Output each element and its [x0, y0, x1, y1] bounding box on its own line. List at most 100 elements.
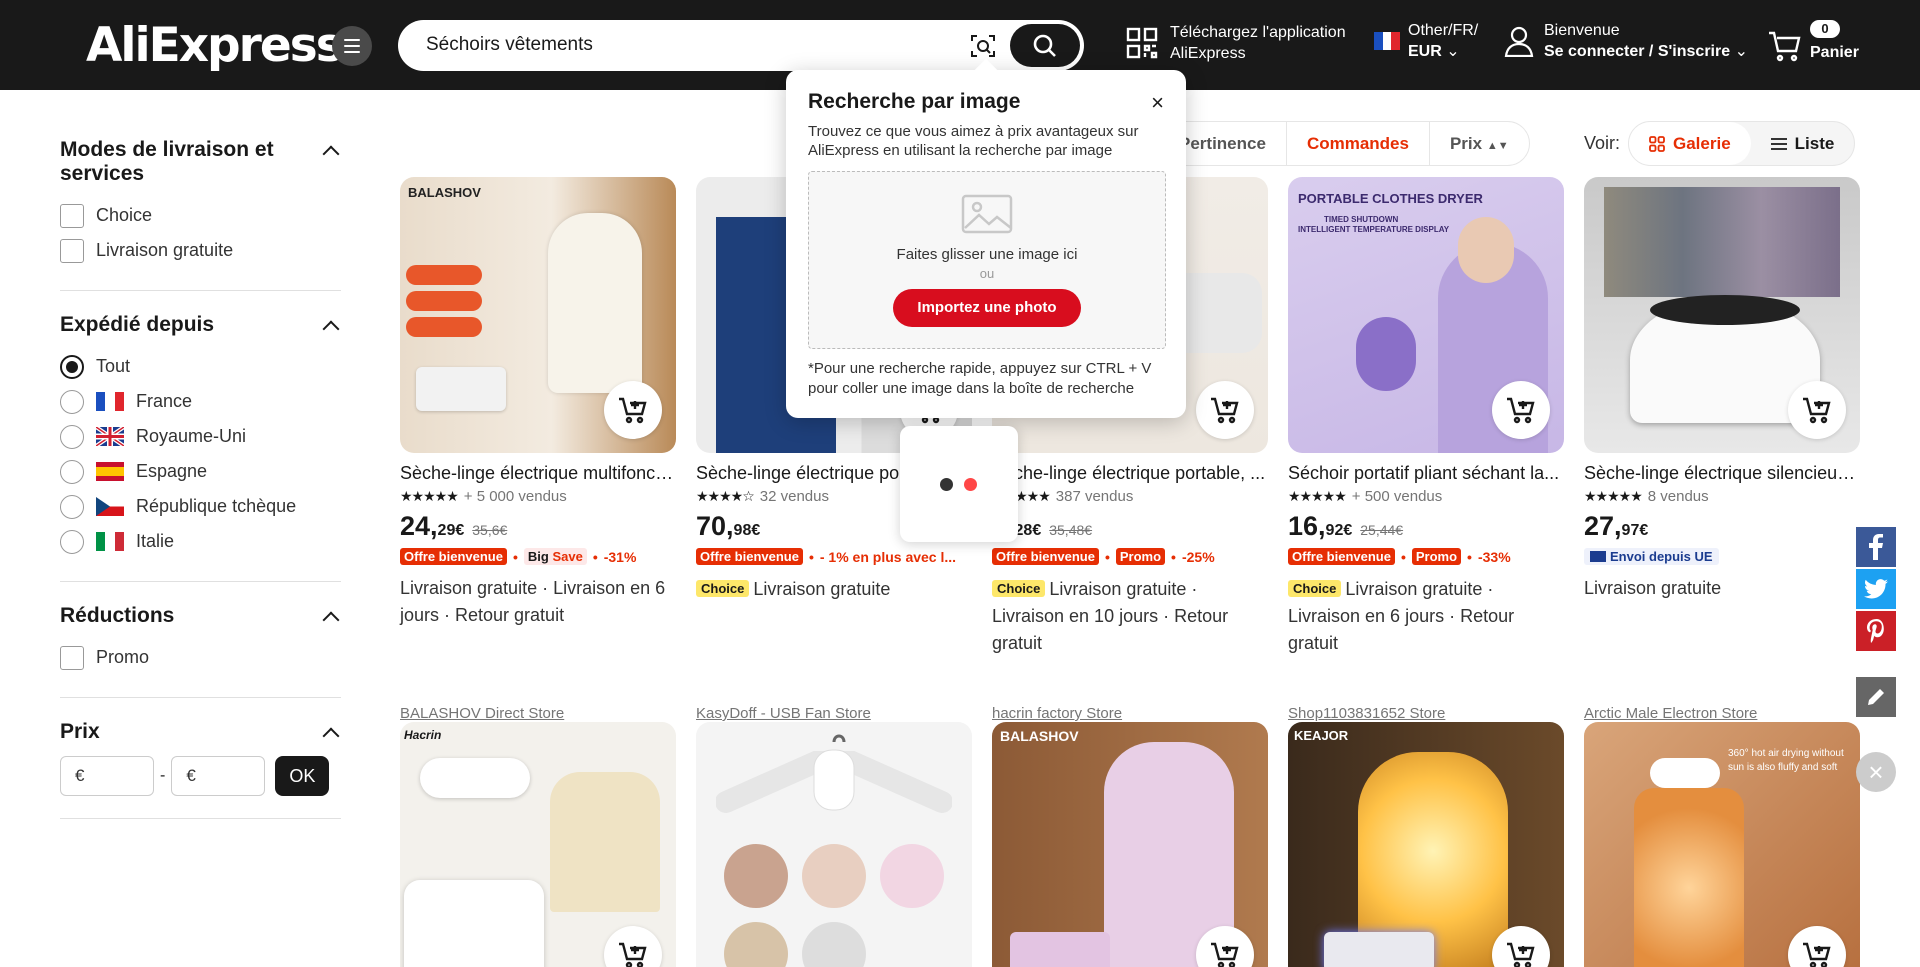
italy-flag-icon — [96, 532, 124, 551]
store-link[interactable]: KasyDoff - USB Fan Store — [696, 705, 871, 722]
product-card[interactable]: Hacrin — [400, 722, 676, 967]
product-card[interactable]: BALASHOV — [992, 722, 1268, 967]
price-max-input[interactable]: € — [171, 756, 266, 796]
account-menu[interactable]: Bienvenue Se connecter / S'inscrire ⌄ — [1504, 20, 1748, 62]
product-title[interactable]: Sèche-linge électrique portable, ... — [992, 463, 1268, 484]
sold-count: 8 vendus — [1647, 488, 1709, 505]
add-to-cart-button[interactable] — [1492, 381, 1550, 439]
price-main: 27, — [1584, 511, 1622, 541]
logo-text: AliExpress — [86, 17, 344, 73]
radio[interactable] — [60, 494, 84, 519]
filter-sidebar: Modes de livraison et services Choice Li… — [60, 138, 341, 841]
loading-indicator — [900, 426, 1018, 542]
add-to-cart-button[interactable] — [1788, 381, 1846, 439]
product-title[interactable]: Séchoir portatif pliant séchant la... — [1288, 463, 1564, 484]
add-to-cart-button[interactable] — [604, 926, 662, 967]
close-icon[interactable]: × — [1151, 90, 1164, 116]
view-list-label: Liste — [1794, 134, 1835, 153]
badge-row: Envoi depuis UE — [1584, 548, 1860, 565]
cart-button[interactable]: 0 Panier — [1768, 20, 1859, 62]
chevron-up-icon[interactable] — [322, 727, 340, 745]
region-currency-selector[interactable]: Other/FR/EUR ⌄ — [1374, 20, 1478, 62]
image-search-icon[interactable] — [970, 33, 996, 59]
discount-percent: -31% — [603, 548, 637, 565]
upload-photo-button[interactable]: Importez une photo — [893, 289, 1081, 327]
price-cents: 92€ — [1325, 522, 1353, 539]
facebook-share-icon[interactable] — [1856, 527, 1896, 567]
signin-link[interactable]: Se connecter / S'inscrire — [1544, 43, 1730, 60]
categories-menu-button[interactable] — [332, 26, 372, 66]
product-card[interactable]: 360° hot air drying without sun is also … — [1584, 722, 1860, 967]
filter-promo[interactable]: Promo — [60, 640, 341, 675]
ship-from-france[interactable]: France — [60, 384, 341, 419]
rating-row: ★★★★★ 8 vendus — [1584, 488, 1860, 505]
product-image[interactable]: KEAJOR — [1288, 722, 1564, 967]
price-cents: 29€ — [437, 522, 465, 539]
add-to-cart-button[interactable] — [604, 381, 662, 439]
add-to-cart-button[interactable] — [1196, 381, 1254, 439]
product-card[interactable]: PORTABLE CLOTHES DRYER TIMED SHUTDOWN IN… — [1288, 177, 1564, 722]
view-list[interactable]: Liste — [1751, 122, 1855, 165]
download-app-link[interactable]: Téléchargez l'application AliExpress — [1126, 22, 1346, 64]
chevron-down-icon: ⌄ — [1446, 43, 1460, 60]
twitter-share-icon[interactable] — [1856, 569, 1896, 609]
checkbox[interactable] — [60, 645, 84, 670]
ship-from-czech[interactable]: République tchèque — [60, 489, 341, 524]
product-card[interactable]: Sèche-linge électrique silencieux... ★★★… — [1584, 177, 1860, 722]
close-icon[interactable]: × — [1856, 752, 1896, 792]
product-image[interactable]: Hacrin — [400, 722, 676, 967]
czech-flag-icon — [96, 497, 124, 516]
pinterest-share-icon[interactable] — [1856, 611, 1896, 651]
radio[interactable] — [60, 389, 84, 414]
product-image[interactable]: 360° hot air drying without sun is also … — [1584, 722, 1860, 967]
edit-icon[interactable] — [1856, 677, 1896, 717]
radio[interactable] — [60, 424, 84, 449]
product-image[interactable]: BALASHOV — [400, 177, 676, 453]
product-image[interactable] — [1584, 177, 1860, 453]
radio[interactable] — [60, 354, 84, 379]
chevron-up-icon[interactable] — [322, 320, 340, 338]
price-ok-button[interactable]: OK — [275, 756, 330, 796]
cart-plus-icon — [1507, 942, 1535, 967]
store-link[interactable]: Shop1103831652 Store — [1288, 705, 1445, 722]
store-link[interactable]: hacrin factory Store — [992, 705, 1122, 722]
radio[interactable] — [60, 529, 84, 554]
badge-row: Offre bienvenue • Big Save • -31% — [400, 548, 676, 565]
product-card[interactable]: KEAJOR — [1288, 722, 1564, 967]
sold-count: 387 vendus — [1055, 488, 1134, 505]
product-image[interactable]: BALASHOV — [992, 722, 1268, 967]
delivery-filter-title: Modes de livraison et services — [60, 138, 274, 185]
ship-from-italy[interactable]: Italie — [60, 524, 341, 559]
aliexpress-logo[interactable]: AliExpress — [86, 17, 344, 73]
product-card[interactable]: BALASHOV Sèche-linge électrique multifon… — [400, 177, 676, 722]
filter-choice[interactable]: Choice — [60, 198, 341, 233]
ship-from-all[interactable]: Tout — [60, 349, 341, 384]
ship-from-spain[interactable]: Espagne — [60, 454, 341, 489]
checkbox[interactable] — [60, 203, 84, 228]
ship-from-uk[interactable]: Royaume-Uni — [60, 419, 341, 454]
image-drop-zone[interactable]: Faites glisser une image ici ou Importez… — [808, 171, 1166, 349]
store-link[interactable]: Arctic Male Electron Store — [1584, 705, 1757, 722]
view-gallery[interactable]: Galerie — [1629, 122, 1751, 165]
store-link[interactable]: BALASHOV Direct Store — [400, 705, 564, 722]
sort-orders[interactable]: Commandes — [1287, 122, 1430, 165]
price-min-input[interactable]: € — [60, 756, 154, 796]
badge-row: Offre bienvenue • - 1% en plus avec l... — [696, 548, 972, 565]
search-input[interactable] — [426, 32, 1026, 58]
search-button[interactable] — [1010, 24, 1080, 67]
product-title[interactable]: Sèche-linge électrique silencieux... — [1584, 463, 1860, 484]
cart-count-badge: 0 — [1810, 20, 1840, 38]
product-title[interactable]: Sèche-linge électrique multifonctionnel … — [400, 463, 676, 484]
product-image[interactable] — [696, 722, 972, 967]
chevron-up-icon[interactable] — [322, 611, 340, 629]
discount-section: Réductions Promo — [60, 604, 341, 698]
checkbox[interactable] — [60, 238, 84, 263]
radio[interactable] — [60, 459, 84, 484]
product-card[interactable] — [696, 722, 972, 967]
sort-price[interactable]: Prix ▲▼ — [1430, 122, 1529, 165]
sold-count: 32 vendus — [759, 488, 829, 505]
chevron-up-icon[interactable] — [322, 145, 340, 163]
product-image[interactable]: PORTABLE CLOTHES DRYER TIMED SHUTDOWN IN… — [1288, 177, 1564, 453]
add-to-cart-button[interactable] — [1788, 926, 1846, 967]
filter-free-shipping[interactable]: Livraison gratuite — [60, 233, 341, 268]
